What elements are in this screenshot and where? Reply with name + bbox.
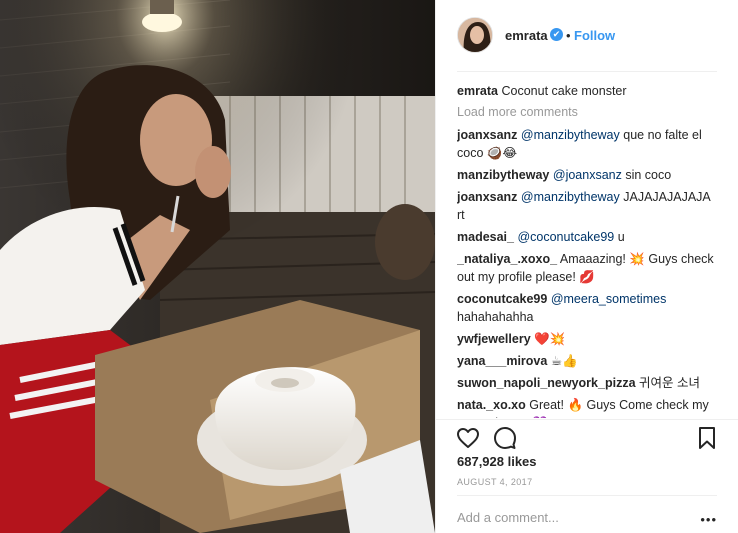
post-header: emrata ✔ • Follow	[436, 0, 738, 72]
comment-username[interactable]: nata._xo.xo	[457, 398, 526, 412]
comment-item: manzibytheway @joanxsanz sin coco	[457, 166, 719, 184]
load-more-comments-button[interactable]: Load more comments	[457, 103, 719, 121]
avatar[interactable]	[457, 17, 493, 53]
comment-mention[interactable]: @joanxsanz	[553, 168, 622, 182]
divider	[457, 71, 717, 72]
divider	[457, 495, 717, 496]
comment-text: hahahahahha	[457, 310, 534, 324]
post-date[interactable]: August 4, 2017	[457, 477, 532, 487]
comment-text: ☕👍	[550, 354, 578, 368]
comment-item: suwon_napoli_newyork_pizza 귀여운 소녀	[457, 374, 719, 392]
comment-username[interactable]: coconutcake99	[457, 292, 547, 306]
header-separator: •	[566, 28, 571, 43]
comment-mention[interactable]: @coconutcake99	[517, 230, 614, 244]
comment-item: madesai_ @coconutcake99 u	[457, 228, 719, 246]
comment-item: joanxsanz @manzibytheway JAJAJAJAJAJA rt	[457, 188, 719, 224]
post-author-username[interactable]: emrata	[505, 28, 548, 43]
post-photo[interactable]	[0, 0, 435, 533]
comment-text: u	[614, 230, 625, 244]
comment-username[interactable]: madesai_	[457, 230, 514, 244]
bookmark-icon[interactable]	[695, 426, 719, 450]
caption-text: Coconut cake monster	[501, 84, 627, 98]
comment-item: ywfjewellery ❤️💥	[457, 330, 719, 348]
post-sidebar: emrata ✔ • Follow emrata Coconut cake mo…	[435, 0, 738, 533]
comment-username[interactable]: joanxsanz	[457, 128, 517, 142]
comment-mention[interactable]: @manzibytheway	[521, 190, 620, 204]
comment-icon[interactable]	[493, 426, 517, 450]
comment-username[interactable]: manzibytheway	[457, 168, 549, 182]
comment-mention[interactable]: @manzibytheway	[521, 128, 620, 142]
comments-list[interactable]: emrata Coconut cake monster Load more co…	[457, 80, 719, 418]
comment-username[interactable]: _nataliya_.xoxo_	[457, 252, 557, 266]
comment-mention[interactable]: @meera_sometimes	[551, 292, 667, 306]
comment-item: yana___mirova ☕👍	[457, 352, 719, 370]
comment-username[interactable]: ywfjewellery	[457, 332, 531, 346]
verified-badge-icon: ✔	[550, 28, 563, 41]
caption-username[interactable]: emrata	[457, 84, 498, 98]
avatar-image	[458, 18, 492, 52]
comment-username[interactable]: suwon_napoli_newyork_pizza	[457, 376, 636, 390]
post-caption: emrata Coconut cake monster	[457, 82, 719, 100]
comment-username[interactable]: joanxsanz	[457, 190, 517, 204]
follow-button[interactable]: Follow	[574, 28, 615, 43]
comment-item: joanxsanz @manzibytheway que no falte el…	[457, 126, 719, 162]
likes-count[interactable]: 687,928 likes	[457, 454, 537, 469]
more-options-icon[interactable]: •••	[700, 512, 717, 527]
comment-item: coconutcake99 @meera_sometimes hahahahah…	[457, 290, 719, 326]
comment-text: 귀여운 소녀	[639, 376, 700, 390]
comment-text: ❤️💥	[534, 332, 566, 346]
post-image	[0, 0, 435, 533]
add-comment-input[interactable]: Add a comment...	[457, 510, 559, 525]
comment-item: nata._xo.xo Great! 🔥 Guys Come check my …	[457, 396, 719, 418]
heart-icon[interactable]	[456, 426, 480, 450]
comment-username[interactable]: yana___mirova	[457, 354, 547, 368]
action-bar	[436, 419, 738, 453]
comment-text: sin coco	[621, 168, 672, 182]
comment-item: _nataliya_.xoxo_ Amaaazing! 💥 Guys check…	[457, 250, 719, 286]
